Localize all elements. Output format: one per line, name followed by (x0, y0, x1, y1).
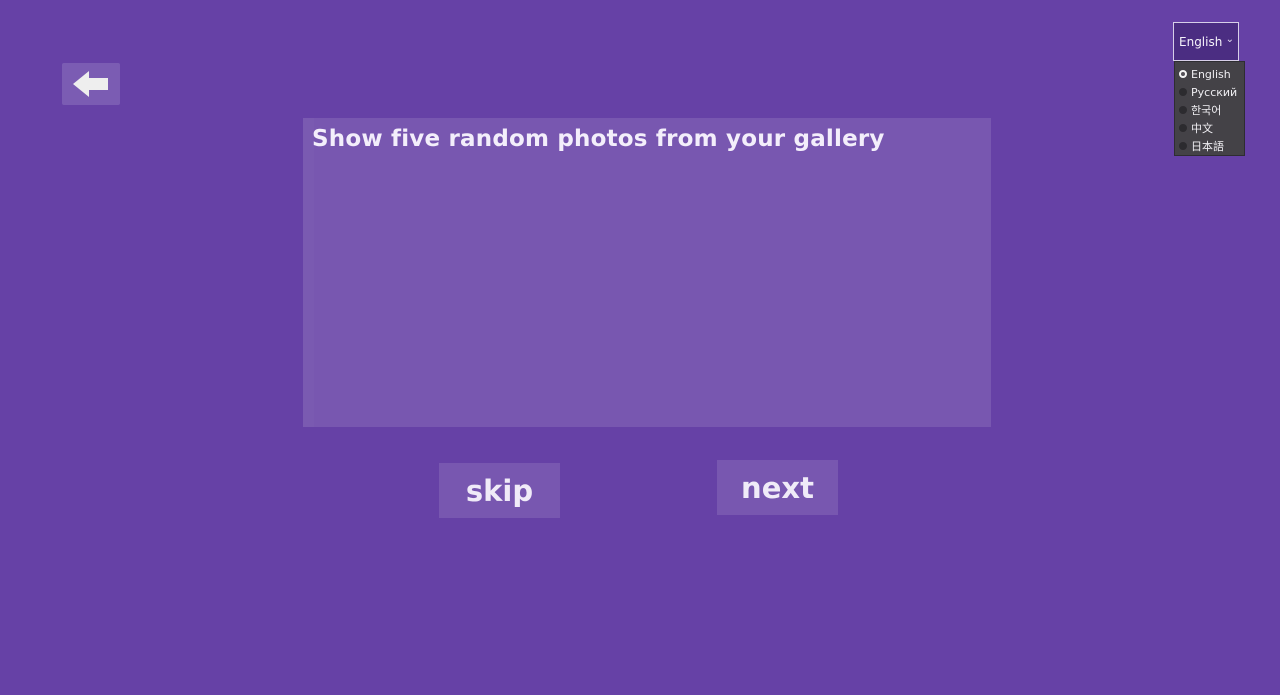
language-option-label: 日本語 (1191, 140, 1224, 153)
back-button[interactable] (62, 63, 120, 105)
radio-icon (1179, 142, 1187, 150)
language-option-label: English (1191, 67, 1231, 81)
language-option-korean[interactable]: 한국어 (1175, 101, 1244, 119)
language-select-value: English (1179, 34, 1223, 49)
next-button[interactable]: next (717, 460, 838, 515)
radio-icon (1179, 106, 1187, 114)
language-option-russian[interactable]: Русский (1175, 83, 1244, 101)
language-option-japanese[interactable]: 日本語 (1175, 137, 1244, 155)
radio-icon (1179, 124, 1187, 132)
language-option-label: Русский (1191, 85, 1238, 99)
language-option-label: 中文 (1191, 122, 1213, 135)
radio-icon (1179, 88, 1187, 96)
language-option-label: 한국어 (1191, 104, 1222, 117)
language-select[interactable]: English ⌄ (1173, 22, 1239, 61)
language-menu: English Русский 한국어 中文 日本語 (1174, 61, 1245, 156)
task-panel: Show five random photos from your galler… (303, 118, 991, 427)
back-arrow-icon (71, 69, 111, 99)
task-text: Show five random photos from your galler… (312, 126, 885, 152)
skip-button[interactable]: skip (439, 463, 560, 518)
language-option-english[interactable]: English (1175, 65, 1244, 83)
radio-selected-icon (1179, 70, 1187, 78)
language-option-chinese[interactable]: 中文 (1175, 119, 1244, 137)
chevron-down-icon: ⌄ (1225, 34, 1234, 45)
